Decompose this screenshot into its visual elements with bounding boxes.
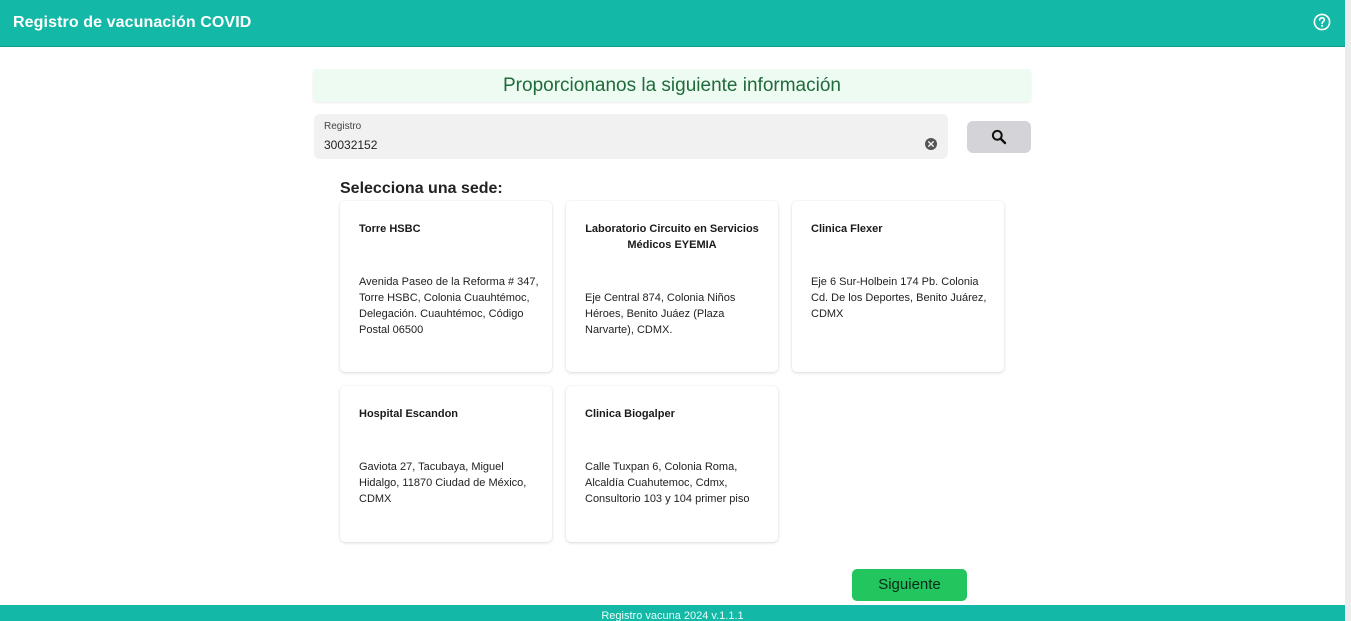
window-edge — [1345, 0, 1351, 621]
sede-name: Clinica Flexer — [811, 223, 883, 235]
sede-section-title: Selecciona una sede: — [340, 180, 503, 197]
search-icon — [991, 129, 1007, 145]
sede-address: Gaviota 27, Tacubaya, Miguel Hidalgo, 11… — [359, 461, 527, 505]
help-circle-icon[interactable] — [1313, 13, 1331, 31]
sede-card-clinica-biogalper[interactable]: Clinica Biogalper Calle Tuxpan 6, Coloni… — [566, 386, 778, 542]
sede-address: Eje Central 874, Colonia Niños Héroes, B… — [585, 292, 736, 336]
search-button[interactable] — [967, 121, 1031, 153]
registro-input[interactable] — [324, 136, 914, 154]
next-button[interactable]: Siguiente — [852, 569, 967, 601]
sede-name: Clinica Biogalper — [585, 408, 675, 420]
sede-name: Hospital Escandon — [359, 408, 459, 420]
sede-card-hospital-escandon[interactable]: Hospital Escandon Gaviota 27, Tacubaya, … — [340, 386, 552, 542]
sede-address: Avenida Paseo de la Reforma # 347, Torre… — [359, 276, 539, 336]
clear-circle-icon[interactable] — [924, 137, 938, 151]
app-title: Registro de vacunación COVID — [13, 14, 252, 31]
sede-card-torre-hsbc[interactable]: Torre HSBC Avenida Paseo de la Reforma #… — [340, 201, 552, 372]
sede-address: Eje 6 Sur-Holbein 174 Pb. Colonia Cd. De… — [811, 276, 987, 320]
app-root: Registro de vacunación COVID Proporciona… — [0, 0, 1345, 621]
info-banner: Proporcionanos la siguiente información — [313, 69, 1031, 102]
footer: Registro vacuna 2024 v.1.1.1 — [0, 605, 1345, 621]
sede-card-clinica-flexer[interactable]: Clinica Flexer Eje 6 Sur-Holbein 174 Pb.… — [792, 201, 1004, 372]
sede-name: Torre HSBC — [359, 223, 421, 235]
sede-address: Calle Tuxpan 6, Colonia Roma, Alcaldía C… — [585, 461, 750, 505]
top-bar: Registro de vacunación COVID — [0, 0, 1345, 47]
sede-card-laboratorio-eyemia[interactable]: Laboratorio Circuito en Servicios Médico… — [566, 201, 778, 372]
registro-label: Registro — [324, 121, 362, 132]
sede-name: Laboratorio Circuito en Servicios Médico… — [585, 223, 759, 251]
footer-version-text: Registro vacuna 2024 v.1.1.1 — [601, 610, 744, 621]
registro-field[interactable]: Registro — [314, 114, 948, 159]
